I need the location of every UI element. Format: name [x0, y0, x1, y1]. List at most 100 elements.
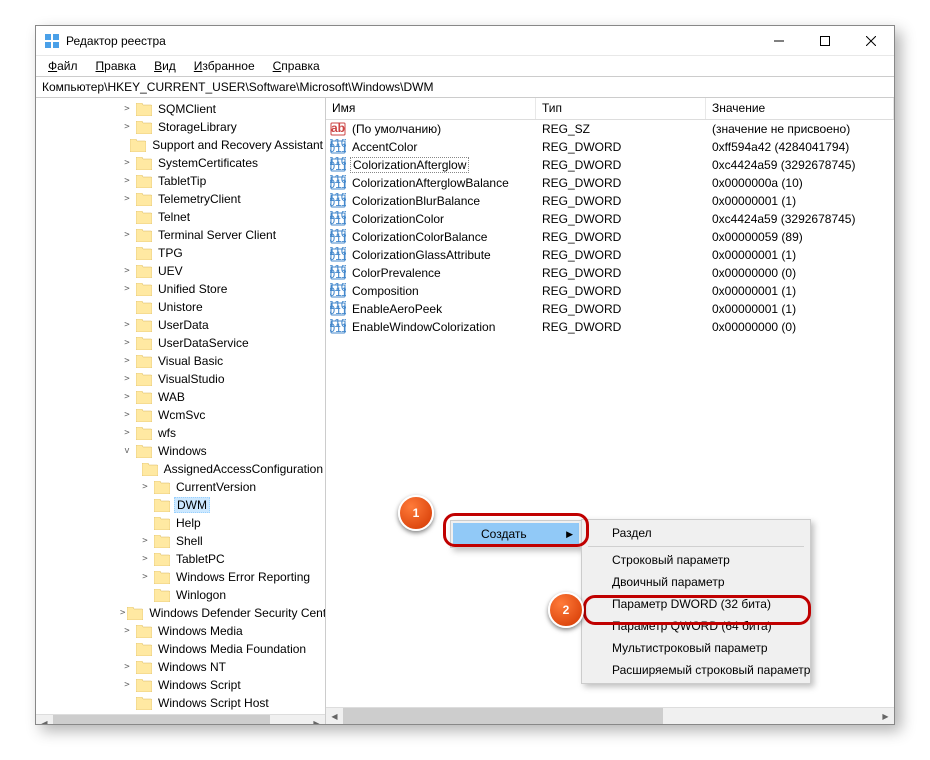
submenu-qword[interactable]: Параметр QWORD (64 бита)	[584, 615, 808, 637]
tree-item[interactable]: StorageLibrary	[36, 118, 325, 136]
tree-item[interactable]: TelemetryClient	[36, 190, 325, 208]
menu-edit[interactable]: Правка	[88, 57, 145, 75]
list-row[interactable]: 110011ColorizationGlassAttributeREG_DWOR…	[326, 246, 894, 264]
list-row[interactable]: ab(По умолчанию)REG_SZ(значение не присв…	[326, 120, 894, 138]
tree-item[interactable]: Windows Defender Security Center	[36, 604, 325, 622]
tree-item[interactable]: CurrentVersion	[36, 478, 325, 496]
tree-panel[interactable]: SQMClientStorageLibrarySupport and Recov…	[36, 98, 326, 724]
tree-item[interactable]: SystemCertificates	[36, 154, 325, 172]
tree-item[interactable]: VisualStudio	[36, 370, 325, 388]
submenu-binary[interactable]: Двоичный параметр	[584, 571, 808, 593]
list-row[interactable]: 110011ColorizationAfterglowREG_DWORD0xc4…	[326, 156, 894, 174]
submenu-section[interactable]: Раздел	[584, 522, 808, 544]
menu-favorites[interactable]: Избранное	[186, 57, 263, 75]
expand-icon[interactable]	[138, 480, 152, 494]
scroll-left-icon[interactable]: ◀	[36, 715, 53, 724]
list-row[interactable]: 110011EnableWindowColorizationREG_DWORD0…	[326, 318, 894, 336]
close-button[interactable]	[848, 26, 894, 56]
tree-item[interactable]: Windows	[36, 442, 325, 460]
value-type: REG_DWORD	[536, 266, 706, 280]
tree-item[interactable]: WcmSvc	[36, 406, 325, 424]
tree-item[interactable]: DWM	[36, 496, 325, 514]
tree-item[interactable]: WAB	[36, 388, 325, 406]
col-header-type[interactable]: Тип	[536, 98, 706, 119]
list-row[interactable]: 110011ColorizationBlurBalanceREG_DWORD0x…	[326, 192, 894, 210]
tree-item[interactable]: Shell	[36, 532, 325, 550]
expand-icon[interactable]	[120, 228, 134, 242]
tree-item[interactable]: Windows Media	[36, 622, 325, 640]
expand-icon[interactable]	[120, 426, 134, 440]
list-row[interactable]: 110011CompositionREG_DWORD0x00000001 (1)	[326, 282, 894, 300]
list-row[interactable]: 110011ColorizationColorBalanceREG_DWORD0…	[326, 228, 894, 246]
tree-item[interactable]: Visual Basic	[36, 352, 325, 370]
tree-item[interactable]: AssignedAccessConfiguration	[36, 460, 325, 478]
tree-hscroll[interactable]: ◀ ▶	[36, 714, 325, 724]
tree-item[interactable]: TPG	[36, 244, 325, 262]
expand-icon[interactable]	[120, 318, 134, 332]
submenu-expandstring[interactable]: Расширяемый строковый параметр	[584, 659, 808, 681]
list-row[interactable]: 110011ColorizationColorREG_DWORD0xc4424a…	[326, 210, 894, 228]
tree-item[interactable]: Windows Script	[36, 676, 325, 694]
expand-icon[interactable]	[120, 156, 134, 170]
expand-icon[interactable]	[120, 408, 134, 422]
tree-item[interactable]: UserDataService	[36, 334, 325, 352]
minimize-button[interactable]	[756, 26, 802, 56]
expand-icon[interactable]	[120, 390, 134, 404]
col-header-value[interactable]: Значение	[706, 98, 894, 119]
tree-item[interactable]: Terminal Server Client	[36, 226, 325, 244]
expand-icon[interactable]	[120, 660, 134, 674]
list-hscroll[interactable]: ◀ ▶	[326, 707, 894, 724]
expand-icon[interactable]	[120, 336, 134, 350]
expand-icon[interactable]	[120, 264, 134, 278]
expand-icon[interactable]	[120, 624, 134, 638]
submenu-string[interactable]: Строковый параметр	[584, 549, 808, 571]
expand-icon[interactable]	[120, 282, 134, 296]
menu-help[interactable]: Справка	[265, 57, 328, 75]
tree-item[interactable]: TabletTip	[36, 172, 325, 190]
maximize-button[interactable]	[802, 26, 848, 56]
list-row[interactable]: 110011EnableAeroPeekREG_DWORD0x00000001 …	[326, 300, 894, 318]
tree-item[interactable]: wfs	[36, 424, 325, 442]
list-row[interactable]: 110011ColorPrevalenceREG_DWORD0x00000000…	[326, 264, 894, 282]
submenu-multistring[interactable]: Мультистроковый параметр	[584, 637, 808, 659]
tree-item[interactable]: Support and Recovery Assistant	[36, 136, 325, 154]
tree-item[interactable]: TabletPC	[36, 550, 325, 568]
expand-icon[interactable]	[120, 444, 134, 458]
tree-item[interactable]: Help	[36, 514, 325, 532]
tree-item[interactable]: UserData	[36, 316, 325, 334]
expand-icon[interactable]	[120, 174, 134, 188]
expand-icon[interactable]	[120, 192, 134, 206]
tree-item[interactable]: Telnet	[36, 208, 325, 226]
col-header-name[interactable]: Имя	[326, 98, 536, 119]
scroll-left-icon[interactable]: ◀	[326, 708, 343, 724]
expand-icon[interactable]	[138, 534, 152, 548]
expand-icon[interactable]	[120, 120, 134, 134]
scroll-right-icon[interactable]: ▶	[308, 715, 325, 724]
tree-item[interactable]: Windows NT	[36, 658, 325, 676]
list-row[interactable]: 110011AccentColorREG_DWORD0xff594a42 (42…	[326, 138, 894, 156]
tree-item[interactable]: Unistore	[36, 298, 325, 316]
context-menu-create[interactable]: Создать ▶	[453, 523, 579, 545]
submenu-dword[interactable]: Параметр DWORD (32 бита)	[584, 593, 808, 615]
tree-item[interactable]: Windows Media Foundation	[36, 640, 325, 658]
expand-icon[interactable]	[138, 552, 152, 566]
addressbar[interactable]: Компьютер\HKEY_CURRENT_USER\Software\Mic…	[36, 76, 894, 98]
tree-item[interactable]: Winlogon	[36, 586, 325, 604]
expand-icon[interactable]	[120, 354, 134, 368]
menu-file[interactable]: Файл	[40, 57, 86, 75]
expand-icon[interactable]	[120, 606, 125, 620]
tree-item[interactable]: Windows Script Host	[36, 694, 325, 712]
expand-icon[interactable]	[120, 102, 134, 116]
expand-icon[interactable]	[138, 570, 152, 584]
tree-item[interactable]: Unified Store	[36, 280, 325, 298]
address-text: Компьютер\HKEY_CURRENT_USER\Software\Mic…	[42, 80, 434, 94]
tree-item[interactable]: UEV	[36, 262, 325, 280]
expand-icon[interactable]	[120, 372, 134, 386]
list-row[interactable]: 110011ColorizationAfterglowBalanceREG_DW…	[326, 174, 894, 192]
value-data: 0x00000001 (1)	[706, 248, 894, 262]
tree-item[interactable]: Windows Error Reporting	[36, 568, 325, 586]
menu-view[interactable]: Вид	[146, 57, 184, 75]
scroll-right-icon[interactable]: ▶	[877, 708, 894, 724]
tree-item[interactable]: SQMClient	[36, 100, 325, 118]
expand-icon[interactable]	[120, 678, 134, 692]
